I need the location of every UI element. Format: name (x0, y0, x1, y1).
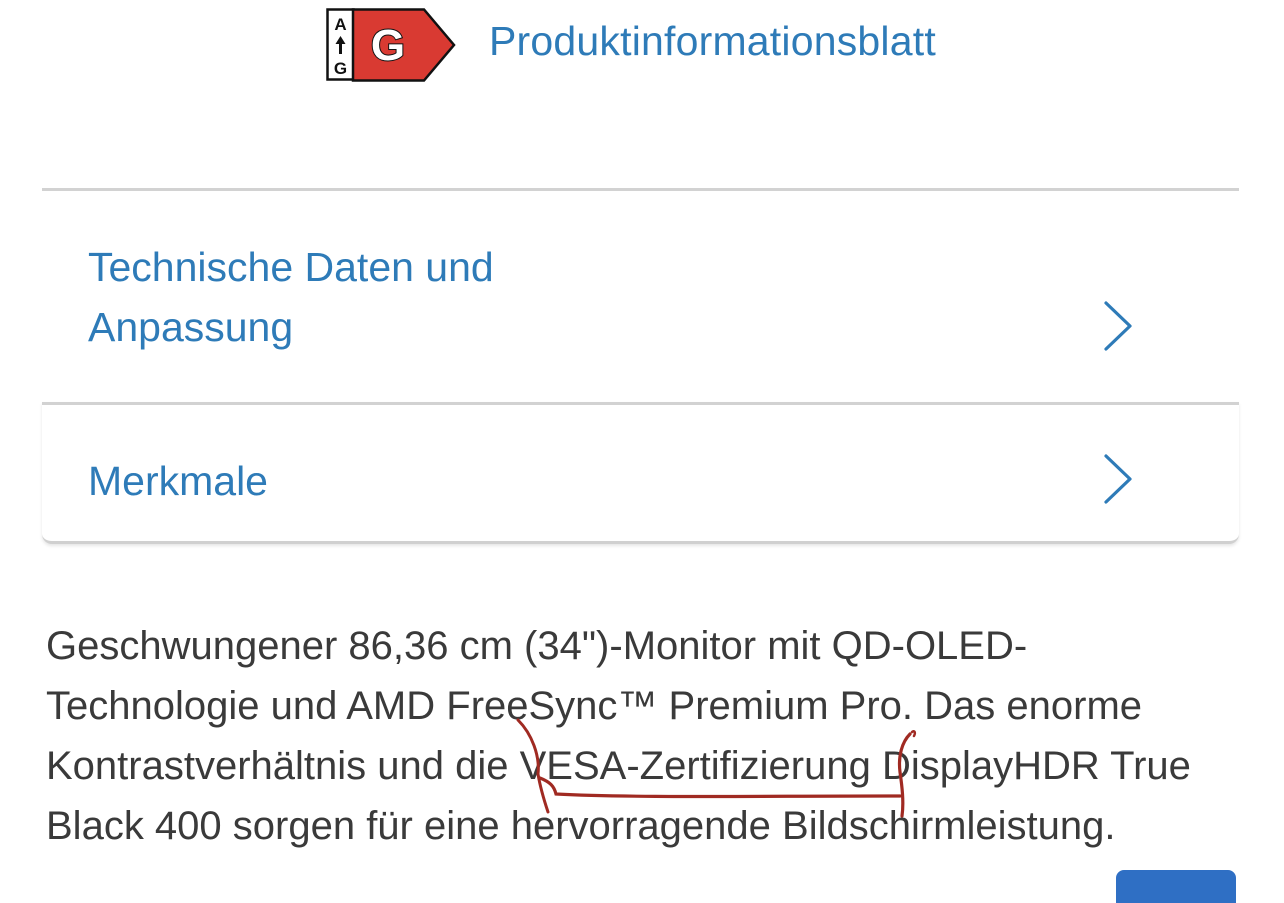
accordion-tech-specs-label-line1: Technische Daten und (88, 244, 494, 290)
product-page: A G G Produktinformationsblatt Technisch… (0, 0, 1284, 903)
description-line: Kontrastverhältnis und die VESA-Zertifiz… (46, 744, 1191, 788)
accordion-tech-specs-label-line2: Anpassung (88, 304, 294, 350)
accordion-tech-specs[interactable]: Technische Daten und Anpassung (42, 191, 1239, 402)
energy-class-letter: G (371, 21, 405, 70)
accordion-tech-specs-label: Technische Daten und Anpassung (88, 237, 608, 357)
description-line: Black 400 sorgen für eine hervorragende … (46, 804, 1116, 848)
product-info-sheet-link[interactable]: Produktinformationsblatt (489, 18, 936, 65)
accordion-features-label: Merkmale (88, 458, 268, 504)
energy-scale-bottom: G (334, 59, 347, 78)
energy-scale-top: A (334, 15, 346, 34)
description-line: Technologie und AMD FreeSync™ Premium Pr… (46, 684, 1143, 728)
product-description: Geschwungener 86,36 cm (34")-Monitor mit… (46, 616, 1246, 856)
chevron-right-icon[interactable] (1100, 299, 1136, 353)
description-line: Geschwungener 86,36 cm (34")-Monitor mit… (46, 624, 1028, 668)
accordion-features[interactable]: Merkmale (42, 405, 1239, 541)
energy-label-row: A G G (326, 8, 456, 82)
energy-class-badge[interactable]: A G G (326, 8, 456, 82)
chevron-right-icon[interactable] (1100, 452, 1136, 506)
action-button[interactable] (1116, 870, 1236, 903)
